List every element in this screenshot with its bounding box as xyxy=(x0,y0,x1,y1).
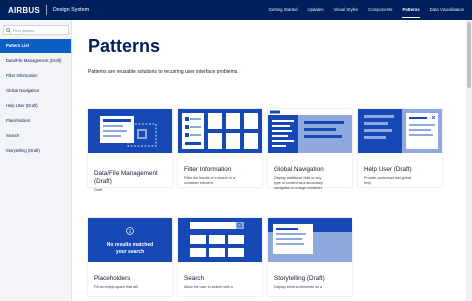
card-title: Data/File Management (Draft) xyxy=(94,170,158,185)
top-nav: Getting Started Updates Visual Styles Co… xyxy=(269,0,464,20)
card-global-navigation[interactable]: Global Navigation Display additional lin… xyxy=(268,109,352,190)
nav-patterns[interactable]: Patterns xyxy=(402,0,420,20)
page-intro: Patterns are reusable solutions to recur… xyxy=(88,69,239,75)
sidebar: Pattern List Data/File Management (Draft… xyxy=(0,20,72,301)
top-bar: AIRBUS Design System Getting Started Upd… xyxy=(0,0,472,20)
sidebar-item-filter-information[interactable]: Filter Information xyxy=(0,69,71,83)
nav-updates[interactable]: Updates xyxy=(308,0,324,20)
page-scrollbar[interactable] xyxy=(466,20,472,301)
card-title: Placeholders xyxy=(94,275,131,282)
card-description: Provide contextual and global help. xyxy=(364,176,412,185)
filter-information-illustration xyxy=(178,109,262,153)
sidebar-item-search[interactable]: Search xyxy=(0,129,71,143)
card-description: Allow the user to search with a xyxy=(184,285,233,289)
card-help-user[interactable]: Help User (Draft) Provide contextual and… xyxy=(358,109,442,187)
card-data-file-management[interactable]: Data/File Management (Draft) Draft xyxy=(88,109,172,192)
pattern-search[interactable] xyxy=(3,25,69,35)
brand-divider xyxy=(45,5,47,15)
placeholder-illustration: No results matched your search xyxy=(88,218,172,262)
sidebar-item-data-file-management[interactable]: Data/File Management (Draft) xyxy=(0,54,71,68)
info-icon xyxy=(126,227,134,235)
brand-logo[interactable]: AIRBUS xyxy=(8,6,40,15)
card-description: Fill an empty space that will xyxy=(94,285,138,289)
nav-visual-styles[interactable]: Visual Styles xyxy=(334,0,359,20)
card-search[interactable]: Search Allow the user to search with a xyxy=(178,218,262,296)
scrollbar-thumb[interactable] xyxy=(467,22,471,88)
help-user-illustration xyxy=(358,109,442,153)
card-filter-information[interactable]: Filter Information Filter the results of… xyxy=(178,109,262,187)
card-title: Global Navigation xyxy=(274,166,324,173)
brand-subtitle[interactable]: Design System xyxy=(53,7,89,13)
global-navigation-illustration xyxy=(268,109,352,153)
sidebar-item-placeholders[interactable]: Placeholders xyxy=(0,114,71,128)
sidebar-item-global-navigation[interactable]: Global Navigation xyxy=(0,84,71,98)
nav-getting-started[interactable]: Getting Started xyxy=(269,0,298,20)
nav-components[interactable]: Components xyxy=(368,0,392,20)
storytelling-illustration xyxy=(268,218,352,262)
placeholder-text: your search xyxy=(115,249,145,255)
card-description: Filter the results of a search in a cont… xyxy=(184,176,236,185)
page-title: Patterns xyxy=(88,36,161,56)
card-placeholders[interactable]: No results matched your search Placehold… xyxy=(88,218,172,296)
card-description: Display additional links or any type of … xyxy=(274,176,323,190)
card-title: Search xyxy=(184,275,204,282)
card-description: Display several elements on a xyxy=(274,285,322,289)
card-title: Storytelling (Draft) xyxy=(274,275,325,282)
placeholder-text: No results matched xyxy=(106,242,154,248)
pattern-search-input[interactable] xyxy=(13,26,68,34)
card-description: Draft xyxy=(94,188,102,192)
search-icon xyxy=(6,27,11,33)
card-storytelling[interactable]: Storytelling (Draft) Display several ele… xyxy=(268,218,352,296)
card-title: Help User (Draft) xyxy=(364,166,412,173)
data-file-management-illustration xyxy=(88,109,172,153)
card-title: Filter Information xyxy=(184,166,232,173)
main-content: Patterns Patterns are reusable solutions… xyxy=(73,20,466,301)
sidebar-item-help-user[interactable]: Help User (Draft) xyxy=(0,99,71,113)
search-illustration xyxy=(178,218,262,262)
nav-data-visualisation[interactable]: Data Visualisation xyxy=(430,0,464,20)
sidebar-item-pattern-list[interactable]: Pattern List xyxy=(0,39,71,53)
sidebar-item-storytelling[interactable]: Storytelling (Draft) xyxy=(0,144,71,158)
